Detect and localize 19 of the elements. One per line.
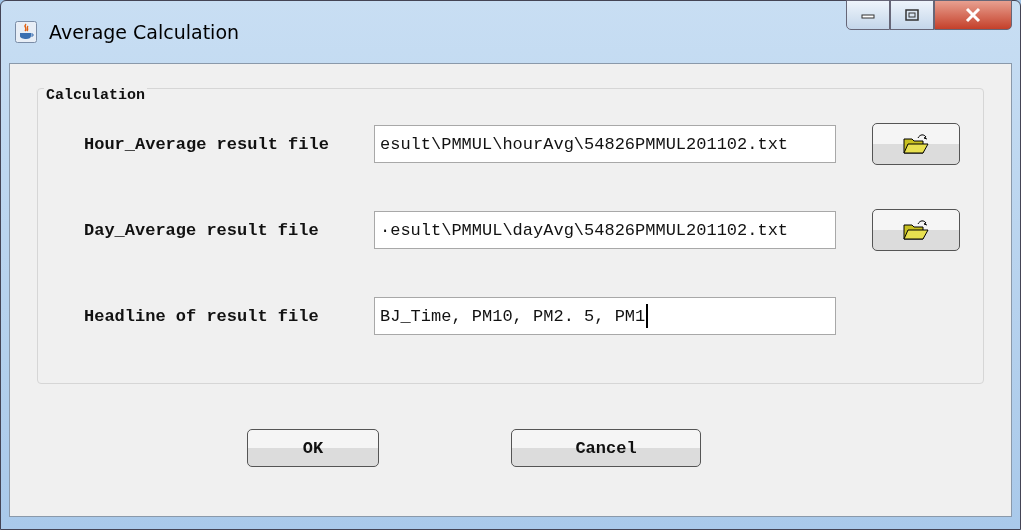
close-button[interactable] [934,0,1012,30]
window-title: Average Calculation [49,21,240,43]
folder-icon [903,219,929,241]
text-field[interactable]: ·esult\PMMUL\dayAvg\54826PMMUL201102.txt [374,211,836,249]
text-field[interactable]: esult\PMMUL\hourAvg\54826PMMUL201102.txt [374,125,836,163]
field-label: Hour_Average result file [84,134,330,154]
ok-button[interactable]: OK [247,429,379,467]
close-icon [964,7,982,23]
folder-icon [903,133,929,155]
maximize-button[interactable] [890,0,934,30]
maximize-icon [904,8,920,22]
field-label: Day_Average result file [84,220,320,240]
minimize-button[interactable] [846,0,890,30]
cancel-button[interactable]: Cancel [511,429,701,467]
text-field[interactable]: BJ_Time, PM10, PM2. 5, PM1 [374,297,836,335]
browse-button[interactable] [872,209,960,251]
field-label: Headline of result file [84,306,320,326]
browse-button[interactable] [872,123,960,165]
coffee-cup-icon [15,21,37,43]
